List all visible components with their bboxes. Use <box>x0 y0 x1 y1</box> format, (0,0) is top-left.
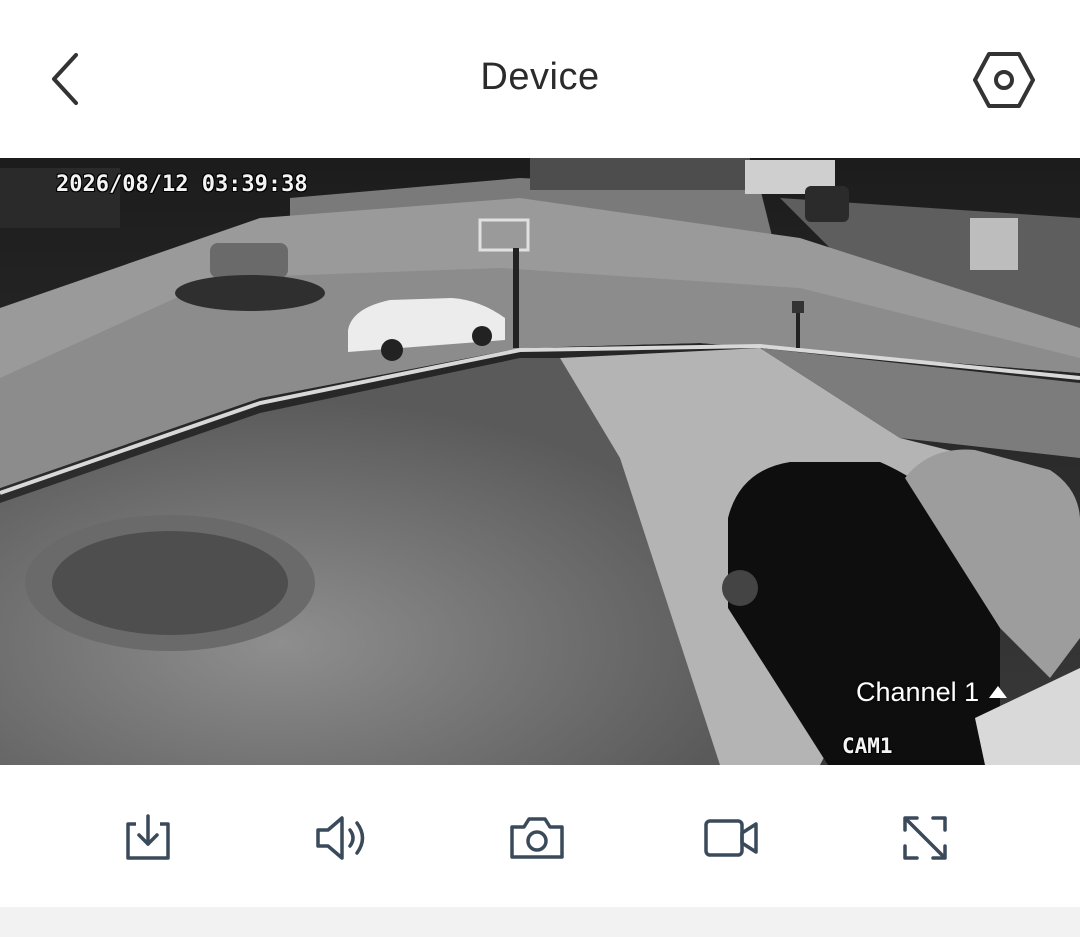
camera-icon <box>510 817 564 859</box>
channel-label: Channel 1 <box>856 676 980 707</box>
settings-button[interactable] <box>964 42 1044 118</box>
speaker-icon <box>316 816 365 860</box>
download-button[interactable] <box>113 803 183 873</box>
bottom-strip <box>0 907 1080 937</box>
camera-label: CAM1 <box>842 734 893 758</box>
video-timestamp: 2026/08/12 03:39:38 <box>56 172 308 197</box>
snapshot-button[interactable] <box>502 803 572 873</box>
control-toolbar <box>0 765 1080 907</box>
fullscreen-button[interactable] <box>890 803 960 873</box>
device-page: Device 2026/08/12 03:39:38 CAM1 Channel … <box>0 0 1080 937</box>
fullscreen-icon <box>903 816 947 860</box>
record-button[interactable] <box>696 803 766 873</box>
channel-selector[interactable]: Channel 1 <box>856 672 1008 712</box>
caret-up-icon <box>989 686 1008 698</box>
hexagon-gear-icon <box>973 52 1035 108</box>
camera-video-feed[interactable]: 2026/08/12 03:39:38 CAM1 Channel 1 <box>0 158 1080 765</box>
app-header: Device <box>0 0 1080 158</box>
audio-button[interactable] <box>307 803 377 873</box>
download-icon <box>126 814 170 860</box>
page-title: Device <box>480 56 600 98</box>
video-record-icon <box>704 819 758 857</box>
